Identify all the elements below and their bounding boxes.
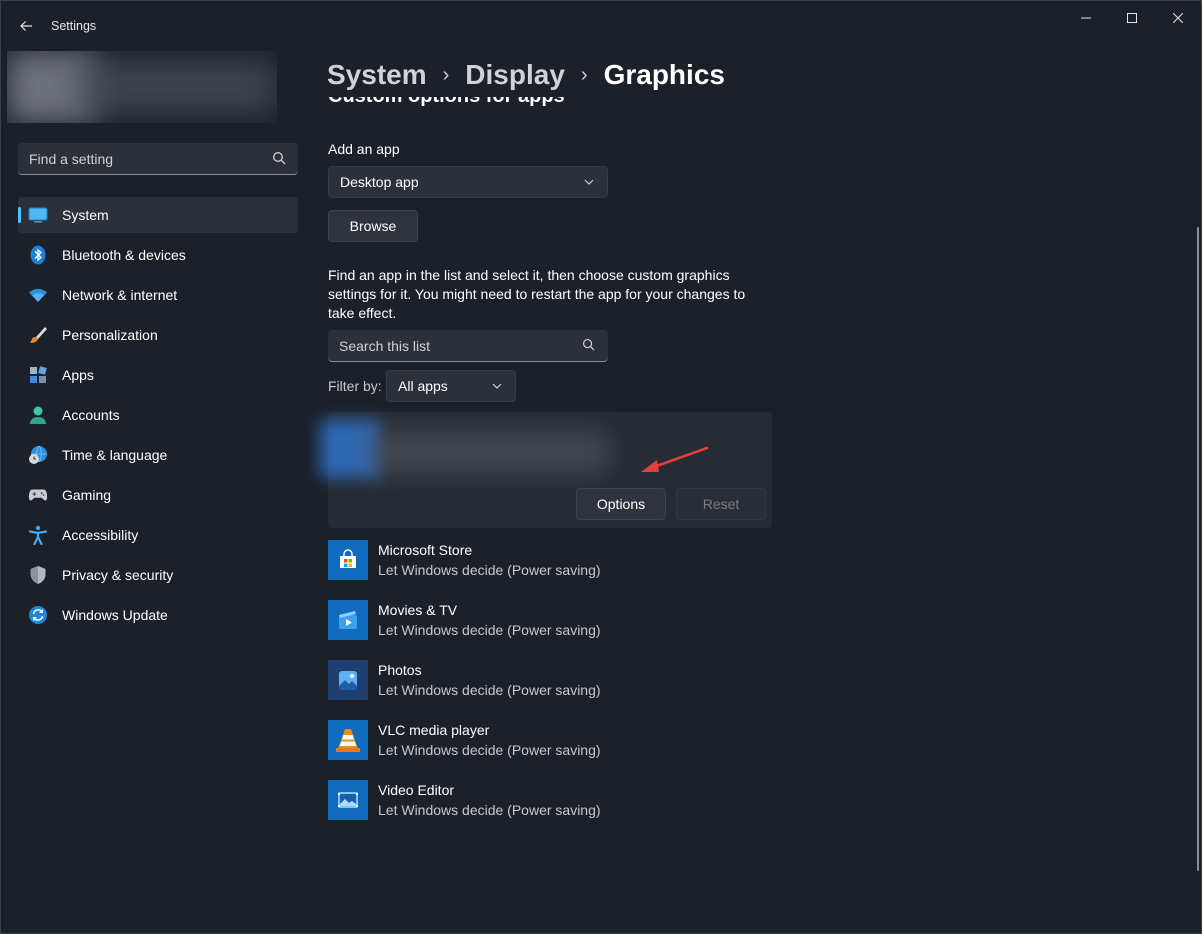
bluetooth-icon xyxy=(28,245,48,265)
sidebar-item-label: System xyxy=(62,207,109,223)
search-box[interactable] xyxy=(18,143,298,175)
chevron-right-icon: › xyxy=(580,63,588,86)
app-name: Movies & TV xyxy=(378,602,458,618)
globe-clock-icon xyxy=(28,445,48,465)
app-type-dropdown[interactable]: Desktop app xyxy=(328,166,608,198)
close-icon xyxy=(1173,13,1183,23)
maximize-button[interactable] xyxy=(1109,1,1155,35)
store-icon xyxy=(328,540,368,580)
section-title-text: Custom options for apps xyxy=(328,97,565,108)
sidebar-item-label: Personalization xyxy=(62,327,158,343)
filter-value: All apps xyxy=(398,378,448,394)
sidebar-item-accounts[interactable]: Accounts xyxy=(18,397,298,433)
settings-window: Settings System xyxy=(0,0,1202,934)
sidebar-item-label: Apps xyxy=(62,367,94,383)
app-name: Photos xyxy=(378,662,422,678)
sidebar-item-label: Gaming xyxy=(62,487,112,503)
minimize-icon xyxy=(1081,17,1091,19)
reset-button[interactable]: Reset xyxy=(676,488,766,520)
search-input[interactable] xyxy=(29,143,259,174)
add-app-label: Add an app xyxy=(328,141,400,157)
sidebar-item-time-language[interactable]: Time & language xyxy=(18,437,298,473)
sidebar-item-personalization[interactable]: Personalization xyxy=(18,317,298,353)
back-button[interactable] xyxy=(11,11,41,41)
section-title: Custom options for apps xyxy=(328,97,628,119)
app-setting: Let Windows decide (Power saving) xyxy=(378,622,601,638)
apps-icon xyxy=(28,365,48,385)
breadcrumb-graphics: Graphics xyxy=(603,59,725,90)
list-item[interactable]: Photos Let Windows decide (Power saving) xyxy=(328,660,772,712)
maximize-icon xyxy=(1127,13,1137,23)
gamepad-icon xyxy=(28,485,48,505)
breadcrumb: System › Display › Graphics xyxy=(327,59,725,91)
user-profile[interactable] xyxy=(7,51,277,123)
sidebar-item-privacy[interactable]: Privacy & security xyxy=(18,557,298,593)
sidebar-item-label: Accessibility xyxy=(62,527,139,543)
monitor-icon xyxy=(28,205,48,225)
sidebar-item-system[interactable]: System xyxy=(18,197,298,233)
app-name: VLC media player xyxy=(378,722,490,738)
browse-button[interactable]: Browse xyxy=(328,210,418,242)
back-arrow-icon xyxy=(20,21,32,31)
search-icon[interactable] xyxy=(272,151,288,167)
app-name: Microsoft Store xyxy=(378,542,473,558)
wifi-icon xyxy=(28,285,48,305)
sidebar-item-gaming[interactable]: Gaming xyxy=(18,477,298,513)
accessibility-icon xyxy=(28,525,48,545)
list-item[interactable]: Video Editor Let Windows decide (Power s… xyxy=(328,780,772,832)
app-setting: Let Windows decide (Power saving) xyxy=(378,742,601,758)
video-editor-icon xyxy=(328,780,368,820)
shield-icon xyxy=(28,565,48,585)
photos-icon xyxy=(328,660,368,700)
annotation-arrow-icon xyxy=(641,446,709,472)
close-button[interactable] xyxy=(1155,1,1201,35)
sidebar-item-accessibility[interactable]: Accessibility xyxy=(18,517,298,553)
sidebar-item-label: Accounts xyxy=(62,407,120,423)
sidebar-item-label: Time & language xyxy=(62,447,168,463)
options-button[interactable]: Options xyxy=(576,488,666,520)
list-item[interactable]: VLC media player Let Windows decide (Pow… xyxy=(328,720,772,772)
vlc-icon xyxy=(328,720,368,760)
movies-icon xyxy=(328,600,368,640)
sidebar-item-label: Privacy & security xyxy=(62,567,174,583)
app-name-blurred xyxy=(368,432,608,472)
sidebar-item-label: Windows Update xyxy=(62,607,168,623)
sidebar-item-bluetooth[interactable]: Bluetooth & devices xyxy=(18,237,298,273)
person-icon xyxy=(28,405,48,425)
sidebar-item-windows-update[interactable]: Windows Update xyxy=(18,597,298,633)
list-search-input[interactable] xyxy=(339,330,569,361)
sidebar-item-label: Network & internet xyxy=(62,287,178,303)
list-description: Find an app in the list and select it, t… xyxy=(328,267,746,321)
app-setting: Let Windows decide (Power saving) xyxy=(378,682,601,698)
app-type-value: Desktop app xyxy=(340,174,419,190)
list-item[interactable]: Microsoft Store Let Windows decide (Powe… xyxy=(328,540,772,592)
breadcrumb-system[interactable]: System xyxy=(327,59,427,91)
scrollbar[interactable] xyxy=(1197,227,1199,871)
sidebar-nav: System Bluetooth & devices Network & int… xyxy=(18,197,298,637)
title-bar: Settings xyxy=(1,1,1201,49)
sidebar-item-apps[interactable]: Apps xyxy=(18,357,298,393)
app-name: Video Editor xyxy=(378,782,455,798)
chevron-down-icon xyxy=(492,383,502,389)
update-icon xyxy=(28,605,48,625)
filter-label: Filter by: xyxy=(328,378,382,394)
profile-info-blurred xyxy=(77,61,277,113)
breadcrumb-display[interactable]: Display xyxy=(465,59,565,91)
app-setting: Let Windows decide (Power saving) xyxy=(378,802,601,818)
chevron-down-icon xyxy=(584,179,594,185)
minimize-button[interactable] xyxy=(1063,1,1109,35)
filter-dropdown[interactable]: All apps xyxy=(386,370,516,402)
search-icon[interactable] xyxy=(582,338,598,354)
sidebar-item-network[interactable]: Network & internet xyxy=(18,277,298,313)
brush-icon xyxy=(28,325,48,345)
list-item[interactable]: Movies & TV Let Windows decide (Power sa… xyxy=(328,600,772,652)
chevron-right-icon: › xyxy=(442,63,450,86)
sidebar-item-label: Bluetooth & devices xyxy=(62,247,186,263)
list-search-box[interactable] xyxy=(328,330,608,362)
app-setting: Let Windows decide (Power saving) xyxy=(378,562,601,578)
app-title: Settings xyxy=(51,19,97,33)
